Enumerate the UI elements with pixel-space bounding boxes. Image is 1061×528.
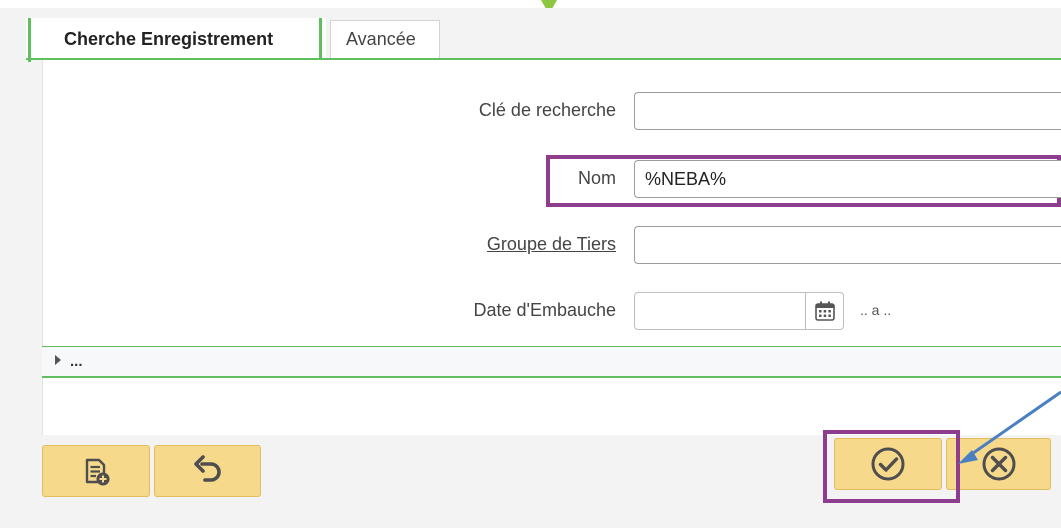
undo-icon bbox=[193, 455, 221, 482]
reset-button[interactable] bbox=[154, 445, 261, 497]
name-label: Nom bbox=[577, 168, 616, 188]
pointer-arrow-annotation bbox=[958, 390, 1061, 464]
more-criteria-toggle[interactable]: ... bbox=[42, 346, 1061, 378]
hire-date-label: Date d'Embauche bbox=[473, 300, 616, 320]
hire-date-input[interactable] bbox=[634, 292, 806, 330]
new-record-button[interactable] bbox=[42, 445, 150, 497]
tab-right-accent bbox=[319, 18, 322, 62]
name-input[interactable] bbox=[634, 160, 1061, 198]
partner-group-input[interactable] bbox=[634, 226, 1061, 264]
search-key-label: Clé de recherche bbox=[478, 100, 616, 120]
tab-search-record[interactable]: Cherche Enregistrement bbox=[26, 18, 326, 62]
tab-left-accent bbox=[28, 18, 31, 62]
file-add-icon bbox=[85, 458, 110, 486]
search-key-input[interactable] bbox=[634, 92, 1061, 130]
more-criteria-label: ... bbox=[70, 353, 83, 370]
tab-advanced[interactable]: Avancée bbox=[330, 20, 440, 58]
tab-advanced-label: Avancée bbox=[346, 29, 416, 49]
calendar-icon bbox=[815, 301, 835, 321]
expand-triangle-icon bbox=[55, 355, 61, 365]
calendar-button[interactable] bbox=[806, 292, 844, 330]
partner-group-label[interactable]: Groupe de Tiers bbox=[487, 234, 616, 255]
tab-search-record-label: Cherche Enregistrement bbox=[64, 29, 274, 49]
date-range-separator: .. a .. bbox=[860, 302, 892, 318]
